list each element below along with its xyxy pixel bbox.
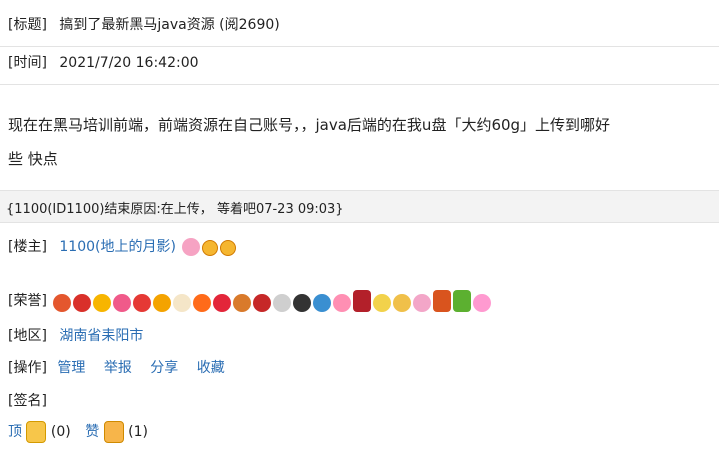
mooncake-icon xyxy=(233,294,252,312)
gift-box-icon xyxy=(53,294,72,312)
content-line: 现在在黑马培训前端，前端资源在自己账号，，java后端的在我u盘「大约60g」上… xyxy=(8,116,611,134)
content-line: 些 快点 xyxy=(8,150,58,168)
signature-label: [签名] xyxy=(8,393,47,409)
medal-icon xyxy=(433,290,452,312)
region-label: [地区] xyxy=(8,328,47,344)
crown-icon xyxy=(202,240,219,256)
pink-hearts-icon xyxy=(333,294,352,312)
black-cat-icon xyxy=(293,294,312,312)
like-count: (1) xyxy=(128,424,148,440)
author-name-link[interactable]: 1100(地上的月影) xyxy=(59,239,176,255)
bow-bunny-icon xyxy=(413,294,432,312)
pinwheel-icon xyxy=(313,294,332,312)
operations-row: [操作] 管理 举报 分享 收藏 xyxy=(8,357,239,377)
divider xyxy=(0,46,719,47)
panda-icon xyxy=(273,294,292,312)
upvote-link[interactable]: 顶 xyxy=(8,424,22,440)
share-link[interactable]: 分享 xyxy=(150,360,178,376)
honors-label: [荣誉] xyxy=(8,293,47,309)
post-time: 2021/7/20 16:42:00 xyxy=(59,55,199,71)
post-content: 现在在黑马培训前端，前端资源在自己账号，，java后端的在我u盘「大约60g」上… xyxy=(8,108,713,176)
yuan-coin-icon xyxy=(153,294,172,312)
manage-link[interactable]: 管理 xyxy=(57,360,85,376)
post-title: 搞到了最新黑马java资源 (阅2690) xyxy=(59,17,280,33)
crown-icon xyxy=(220,240,237,256)
time-label: [时间] xyxy=(8,55,47,71)
report-link[interactable]: 举报 xyxy=(104,360,132,376)
region-link[interactable]: 湖南省耒阳市 xyxy=(59,328,143,344)
end-notice-bar: {1100(ID1100)结束原因:在上传， 等着吧07-23 09:03} xyxy=(0,190,719,223)
sun-icon xyxy=(93,294,112,312)
santa-icon xyxy=(253,294,272,312)
red-ribbon-icon xyxy=(73,294,92,312)
fortune-box-icon xyxy=(113,294,132,312)
honors-row: [荣誉] xyxy=(8,290,492,312)
title-label: [标题] xyxy=(8,17,47,33)
like-link[interactable]: 赞 xyxy=(85,424,99,440)
end-notice: {1100(ID1100)结束原因:在上传， 等着吧07-23 09:03} xyxy=(6,202,344,217)
region-row: [地区] 湖南省耒阳市 xyxy=(8,325,143,345)
author-badges xyxy=(182,238,237,256)
red-gift-icon xyxy=(353,290,372,312)
favorite-link[interactable]: 收藏 xyxy=(197,360,225,376)
chick-egg-icon xyxy=(393,294,412,312)
strawberry-icon xyxy=(133,294,152,312)
post-title-row: [标题] 搞到了最新黑马java资源 (阅2690) xyxy=(8,14,280,34)
chicken-icon xyxy=(173,294,192,312)
grin-face-icon[interactable] xyxy=(26,421,47,443)
signature-row: [签名] xyxy=(8,390,47,410)
operations-label: [操作] xyxy=(8,360,47,376)
author-row: [楼主] 1100(地上的月影) xyxy=(8,236,237,256)
divider xyxy=(0,84,719,85)
honor-icons xyxy=(53,290,492,312)
star-moon-icon xyxy=(373,294,392,312)
post-time-row: [时间] 2021/7/20 16:42:00 xyxy=(8,52,199,72)
pink-bow-icon xyxy=(473,294,492,312)
fire-icon xyxy=(193,294,212,312)
dragon-boat-icon xyxy=(453,290,472,312)
thumbs-up-icon[interactable] xyxy=(103,421,124,443)
heart-icon xyxy=(213,294,232,312)
votes-row: 顶 (0) 赞 (1) xyxy=(8,421,148,443)
girl-avatar-icon xyxy=(182,238,201,256)
upvote-count: (0) xyxy=(50,424,71,440)
author-label: [楼主] xyxy=(8,239,47,255)
